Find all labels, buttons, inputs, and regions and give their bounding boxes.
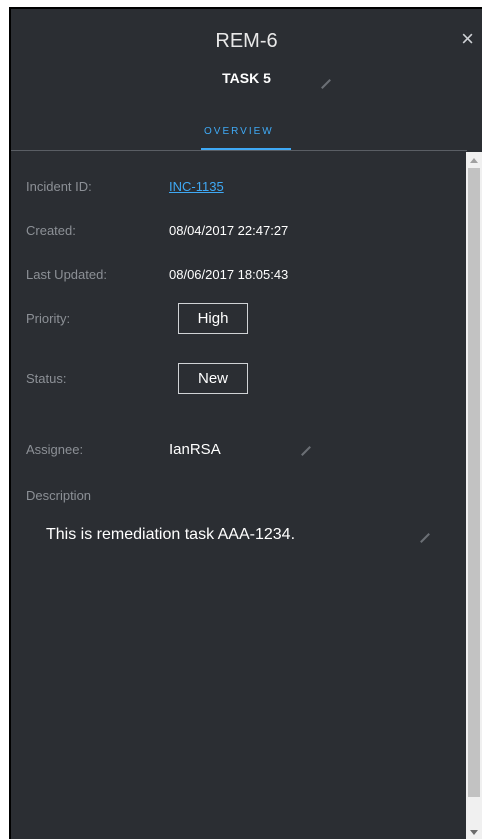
priority-select[interactable]: High <box>178 303 248 334</box>
incident-id-link[interactable]: INC-1135 <box>169 179 224 194</box>
scroll-thumb[interactable] <box>468 168 480 797</box>
incident-id-label: Incident ID: <box>26 179 92 194</box>
vertical-scrollbar[interactable] <box>466 152 482 839</box>
edit-description-pencil-icon[interactable] <box>420 533 430 543</box>
edit-assignee-pencil-icon[interactable] <box>301 446 311 456</box>
overview-content: Incident ID: INC-1135 Created: 08/04/201… <box>11 152 467 839</box>
assignee-label: Assignee: <box>26 442 84 457</box>
header-divider <box>11 150 467 151</box>
created-label: Created: <box>26 223 76 238</box>
description-text: This is remediation task AAA-1234. <box>46 526 296 543</box>
priority-label: Priority: <box>26 311 71 326</box>
panel-subtitle: TASK 5 <box>222 70 271 86</box>
last-updated-value: 08/06/2017 18:05:43 <box>169 267 289 282</box>
assignee-value[interactable]: IanRSA <box>169 441 221 458</box>
scroll-up-arrow-icon[interactable] <box>470 158 478 163</box>
panel-header: REM-6 TASK 5 × OVERVIEW <box>11 9 482 152</box>
created-value: 08/04/2017 22:47:27 <box>169 223 289 238</box>
tab-overview[interactable]: OVERVIEW <box>204 126 274 137</box>
close-icon[interactable]: × <box>461 28 474 50</box>
description-label: Description <box>26 488 92 503</box>
task-detail-panel: REM-6 TASK 5 × OVERVIEW Incident ID: INC… <box>9 7 482 839</box>
last-updated-label: Last Updated: <box>26 267 107 282</box>
scroll-down-arrow-icon[interactable] <box>470 830 478 835</box>
status-label: Status: <box>26 371 67 386</box>
status-select[interactable]: New <box>178 363 248 394</box>
panel-title: REM-6 <box>215 30 278 52</box>
